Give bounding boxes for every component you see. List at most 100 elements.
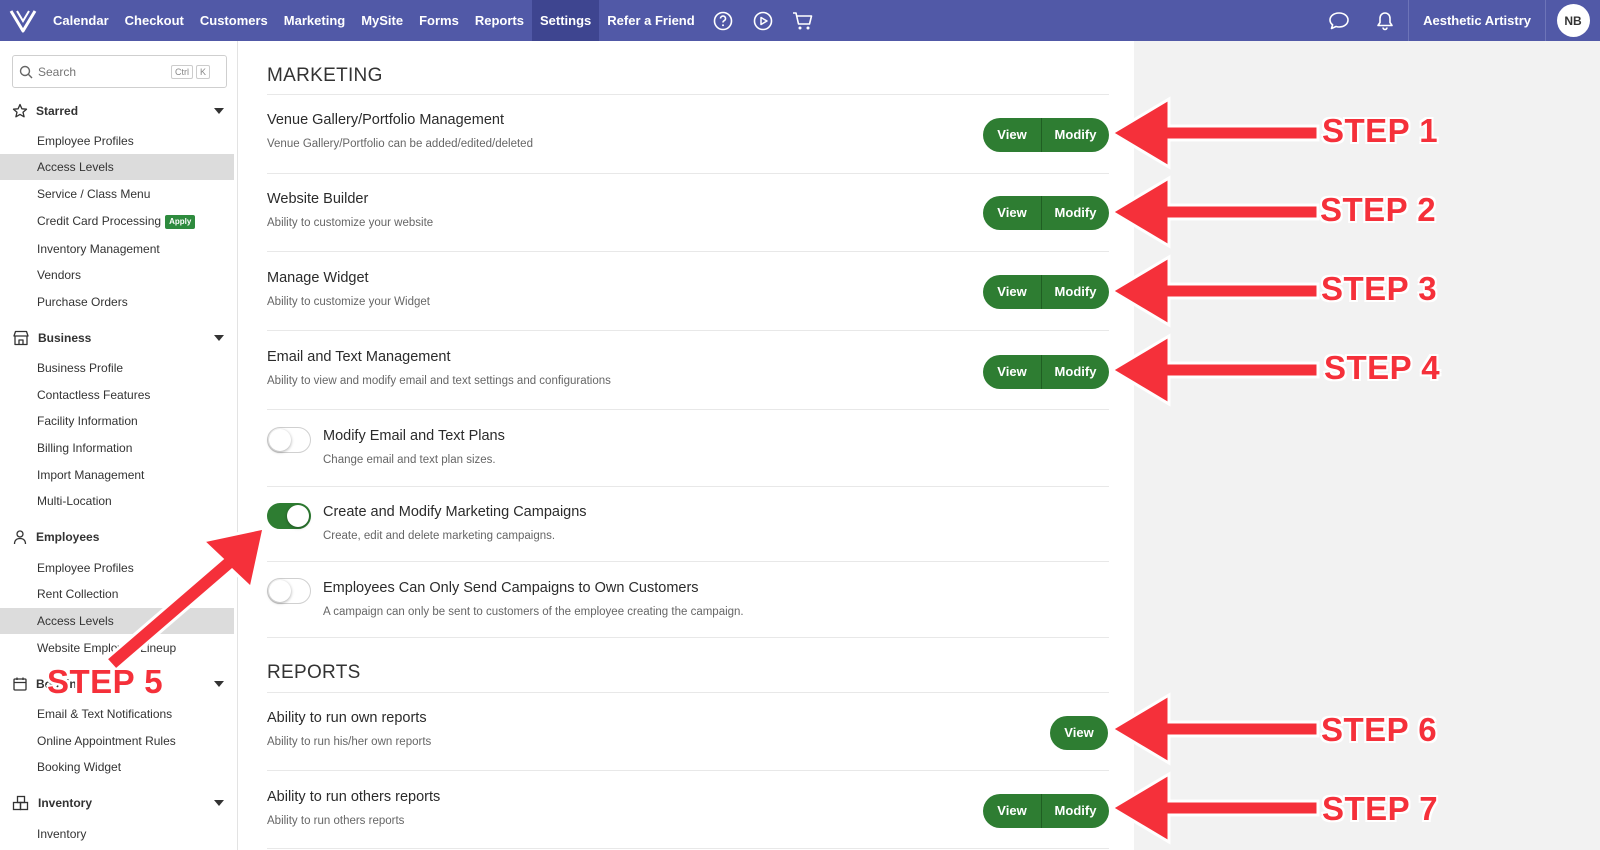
app-logo[interactable]: [0, 0, 45, 41]
search-box[interactable]: Ctrl K: [12, 55, 227, 88]
sidebar-item-inventory-management[interactable]: Inventory Management: [0, 236, 234, 262]
sidebar-item-access-levels[interactable]: Access Levels: [0, 154, 234, 180]
nav-customers[interactable]: Customers: [192, 0, 276, 41]
sidebar-item-booking-widget[interactable]: Booking Widget: [0, 754, 234, 780]
calendar-icon: [13, 677, 27, 691]
sidebar-item-import-management[interactable]: Import Management: [0, 462, 234, 488]
sidebar-item-inventory[interactable]: Inventory: [0, 821, 234, 841]
step-7-label: STEP 7: [1322, 790, 1439, 827]
modify-button[interactable]: Modify: [1041, 118, 1109, 152]
top-nav: Calendar Checkout Customers Marketing My…: [0, 0, 1600, 41]
divider: [267, 486, 1109, 487]
sidebar-section-employees[interactable]: Employees: [12, 527, 228, 547]
sidebar-item-business-profile[interactable]: Business Profile: [0, 355, 234, 381]
storefront-icon: [13, 330, 29, 346]
section-label: Starred: [36, 104, 79, 118]
sidebar-item-label: Credit Card Processing: [37, 214, 162, 228]
nav-marketing[interactable]: Marketing: [276, 0, 353, 41]
chevron-down-icon[interactable]: [214, 800, 224, 806]
sidebar-section-inventory[interactable]: Inventory: [12, 793, 228, 813]
modify-button[interactable]: Modify: [1041, 794, 1109, 828]
cart-icon[interactable]: [783, 0, 823, 41]
nav-settings[interactable]: Settings: [531, 0, 600, 41]
chevron-down-icon[interactable]: [214, 681, 224, 687]
sidebar-item-contactless-features[interactable]: Contactless Features: [0, 382, 234, 408]
step-2-label: STEP 2: [1320, 191, 1437, 228]
divider: [267, 848, 1109, 849]
permission-title: Ability to run own reports: [267, 710, 427, 726]
shortcut-k: K: [196, 64, 211, 79]
modify-button[interactable]: Modify: [1041, 196, 1109, 230]
avatar-button[interactable]: NB: [1546, 0, 1600, 41]
toggle-own-customers-only[interactable]: [267, 578, 311, 604]
step-3-label: STEP 3: [1321, 270, 1438, 307]
permission-desc: Ability to run others reports: [267, 815, 405, 827]
modify-button[interactable]: Modify: [1041, 355, 1109, 389]
sidebar-item-employee-profiles[interactable]: Employee Profiles: [0, 555, 234, 581]
sidebar-item-credit-card-processing[interactable]: Credit Card Processing Apply: [0, 208, 234, 234]
sidebar-item-employee-profiles[interactable]: Employee Profiles: [0, 128, 234, 154]
sidebar-item-online-appointment-rules[interactable]: Online Appointment Rules: [0, 728, 234, 754]
chevron-down-icon[interactable]: [214, 335, 224, 341]
app-window: Calendar Checkout Customers Marketing My…: [0, 0, 1600, 850]
person-icon: [13, 530, 27, 545]
nav-mysite[interactable]: MySite: [353, 0, 411, 41]
divider: [267, 330, 1109, 331]
nav-refer-a-friend[interactable]: Refer a Friend: [599, 0, 702, 41]
view-only-group: View: [1050, 716, 1108, 750]
sidebar-item-vendors[interactable]: Vendors: [0, 262, 234, 288]
view-button[interactable]: View: [983, 275, 1041, 309]
business-name[interactable]: Aesthetic Artistry: [1408, 0, 1546, 41]
search-input[interactable]: [38, 64, 168, 79]
permission-title: Modify Email and Text Plans: [323, 428, 505, 444]
nav-reports[interactable]: Reports: [467, 0, 532, 41]
chevron-down-icon[interactable]: [214, 108, 224, 114]
section-label: Inventory: [38, 796, 93, 810]
view-button[interactable]: View: [983, 118, 1041, 152]
sidebar-item-access-levels[interactable]: Access Levels: [0, 608, 234, 634]
sidebar-item-website-employee-lineup[interactable]: Website Employee Lineup: [0, 635, 234, 661]
apply-badge[interactable]: Apply: [165, 215, 196, 229]
nav-forms[interactable]: Forms: [411, 0, 467, 41]
help-icon[interactable]: [703, 0, 743, 41]
permission-desc: Ability to customize your Widget: [267, 296, 430, 308]
sidebar-item-facility-information[interactable]: Facility Information: [0, 408, 234, 434]
main-content: [238, 41, 1134, 850]
nav-calendar[interactable]: Calendar: [45, 0, 117, 41]
divider: [267, 173, 1109, 174]
permission-desc: Venue Gallery/Portfolio can be added/edi…: [267, 138, 533, 150]
permission-title: Ability to run others reports: [267, 789, 441, 805]
step-1-label: STEP 1: [1322, 112, 1439, 149]
sidebar-item-rent-collection[interactable]: Rent Collection: [0, 581, 234, 607]
avatar: NB: [1556, 4, 1590, 37]
toggle-knob: [269, 429, 291, 451]
view-modify-group: View Modify: [983, 118, 1109, 152]
permission-title: Email and Text Management: [267, 349, 451, 365]
sidebar-item-purchase-orders[interactable]: Purchase Orders: [0, 289, 234, 315]
sidebar-item-service-class-menu[interactable]: Service / Class Menu: [0, 181, 234, 207]
bell-icon[interactable]: [1362, 0, 1408, 41]
view-button[interactable]: View: [983, 355, 1041, 389]
permission-desc: Ability to run his/her own reports: [267, 736, 432, 748]
section-title-marketing: MARKETING: [267, 65, 383, 86]
sidebar-item-email-text-notifications[interactable]: Email & Text Notifications: [0, 701, 234, 727]
view-button[interactable]: View: [983, 794, 1041, 828]
toggle-create-modify-campaigns[interactable]: [267, 503, 311, 529]
toggle-modify-email-text-plans[interactable]: [267, 427, 311, 453]
sidebar-section-starred[interactable]: Starred: [12, 101, 228, 121]
sidebar-item-multi-location[interactable]: Multi-Location: [0, 488, 234, 514]
step-5-label: STEP 5: [47, 663, 164, 700]
divider: [267, 692, 1109, 693]
chat-icon[interactable]: [1316, 0, 1362, 41]
divider: [267, 561, 1109, 562]
modify-button[interactable]: Modify: [1041, 275, 1109, 309]
nav-checkout[interactable]: Checkout: [117, 0, 192, 41]
sidebar-section-business[interactable]: Business: [12, 328, 228, 348]
view-modify-group: View Modify: [983, 275, 1109, 309]
view-button[interactable]: View: [983, 196, 1041, 230]
sidebar-item-billing-information[interactable]: Billing Information: [0, 435, 234, 461]
permission-title: Create and Modify Marketing Campaigns: [323, 504, 587, 520]
view-modify-group: View Modify: [983, 794, 1109, 828]
view-button[interactable]: View: [1050, 716, 1108, 750]
play-icon[interactable]: [743, 0, 783, 41]
